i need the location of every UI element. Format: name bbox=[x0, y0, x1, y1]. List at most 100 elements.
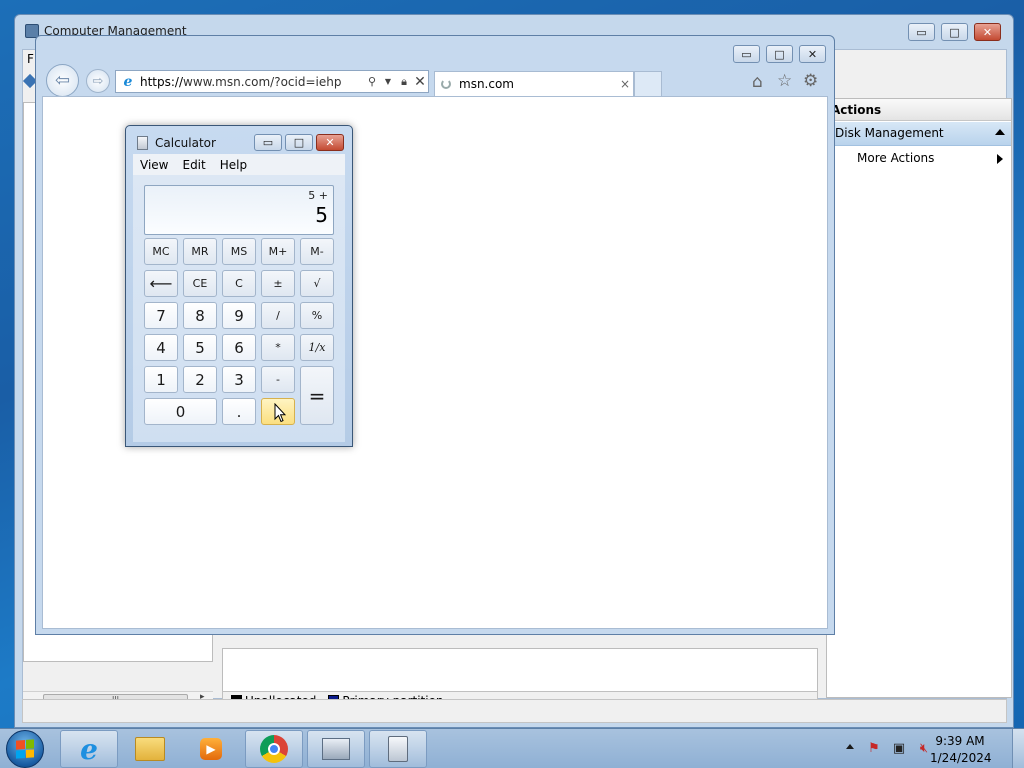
taskbar-calculator[interactable] bbox=[369, 730, 427, 768]
calculator-window: Calculator ▭ □ ✕ View Edit Help 5 + 5 MC… bbox=[125, 125, 353, 447]
address-bar[interactable]: e https://www.msn.com/?ocid=iehp ⚲ ▼ 🔒︎ … bbox=[115, 70, 429, 93]
memory-add-button[interactable]: M+ bbox=[261, 238, 295, 265]
calc-close-button[interactable]: ✕ bbox=[316, 134, 344, 151]
negate-button[interactable]: ± bbox=[261, 270, 295, 297]
computer-management-icon bbox=[322, 738, 350, 760]
minimize-icon: ▭ bbox=[741, 47, 752, 61]
taskbar: e ▶ ⚑ ▣ 🔇︎ 9:39 AM 1/24/2024 bbox=[0, 728, 1024, 768]
digit-3-button[interactable]: 3 bbox=[222, 366, 256, 393]
tab-close-icon[interactable]: × bbox=[617, 77, 633, 91]
menu-help[interactable]: Help bbox=[213, 158, 254, 172]
clear-entry-button[interactable]: CE bbox=[183, 270, 217, 297]
favorites-icon[interactable]: ☆ bbox=[777, 71, 792, 91]
browser-tab-msn[interactable]: msn.com × bbox=[434, 71, 634, 96]
cm-more-actions[interactable]: More Actions bbox=[857, 151, 934, 165]
multiply-button[interactable]: * bbox=[261, 334, 295, 361]
taskbar-windows-explorer[interactable] bbox=[121, 730, 179, 768]
cm-minimize-button[interactable]: ▭ bbox=[908, 23, 935, 41]
cm-actions-section-label: Disk Management bbox=[835, 126, 944, 140]
calculator-icon bbox=[388, 736, 408, 762]
ie-close-button[interactable]: ✕ bbox=[799, 45, 826, 63]
taskbar-chrome[interactable] bbox=[245, 730, 303, 768]
back-button[interactable]: ⇦ bbox=[46, 64, 79, 97]
ie-maximize-button[interactable]: □ bbox=[766, 45, 793, 63]
lock-icon[interactable]: 🔒︎ bbox=[396, 75, 412, 89]
taskbar-computer-management[interactable] bbox=[307, 730, 365, 768]
cm-actions-disk-management[interactable]: Disk Management bbox=[827, 122, 1011, 146]
memory-subtract-button[interactable]: M- bbox=[300, 238, 334, 265]
digit-5-button[interactable]: 5 bbox=[183, 334, 217, 361]
taskbar-internet-explorer[interactable]: e bbox=[60, 730, 118, 768]
cm-actions-header: Actions bbox=[827, 99, 1011, 121]
calc-maximize-button[interactable]: □ bbox=[285, 134, 313, 151]
taskbar-media-player[interactable]: ▶ bbox=[182, 730, 240, 768]
clock-date[interactable]: 1/24/2024 bbox=[930, 751, 992, 765]
digit-9-button[interactable]: 9 bbox=[222, 302, 256, 329]
url-text[interactable]: https://www.msn.com/?ocid=iehp bbox=[140, 75, 364, 89]
digit-8-button[interactable]: 8 bbox=[183, 302, 217, 329]
search-dropdown-icon[interactable]: ▼ bbox=[380, 77, 396, 86]
menu-view[interactable]: View bbox=[133, 158, 175, 172]
home-icon[interactable]: ⌂ bbox=[752, 72, 763, 92]
calculator-window-controls: ▭ □ ✕ bbox=[251, 134, 344, 152]
reciprocal-button[interactable]: 1/x bbox=[300, 334, 334, 361]
close-icon: ✕ bbox=[982, 25, 993, 39]
forward-button[interactable]: ⇨ bbox=[86, 69, 110, 93]
digit-4-button[interactable]: 4 bbox=[144, 334, 178, 361]
calculator-menu-bar: View Edit Help bbox=[133, 154, 345, 175]
cm-window-controls: ▭ □ ✕ bbox=[902, 23, 1001, 41]
windows-logo-icon bbox=[16, 739, 34, 759]
digit-6-button[interactable]: 6 bbox=[222, 334, 256, 361]
calculator-body: 5 + 5 MC MR MS M+ M- ⟵ CE C ± √ 7 8 9 / … bbox=[133, 175, 345, 442]
new-tab-button[interactable] bbox=[634, 71, 662, 96]
clear-button[interactable]: C bbox=[222, 270, 256, 297]
action-center-icon[interactable]: ⚑ bbox=[866, 741, 882, 757]
internet-explorer-icon: e bbox=[80, 732, 98, 766]
close-icon: ✕ bbox=[325, 136, 335, 149]
tab-title: msn.com bbox=[459, 77, 514, 91]
search-icon[interactable]: ⚲ bbox=[364, 75, 380, 88]
stop-icon[interactable]: ✕ bbox=[412, 74, 428, 90]
minimize-icon: ▭ bbox=[916, 25, 927, 39]
memory-clear-button[interactable]: MC bbox=[144, 238, 178, 265]
show-desktop-button[interactable] bbox=[1012, 729, 1024, 768]
memory-store-button[interactable]: MS bbox=[222, 238, 256, 265]
tools-icon[interactable]: ⚙ bbox=[803, 71, 818, 91]
backspace-button[interactable]: ⟵ bbox=[144, 270, 178, 297]
network-icon[interactable]: ▣ bbox=[891, 741, 907, 757]
cm-maximize-button[interactable]: □ bbox=[941, 23, 968, 41]
equals-button[interactable]: = bbox=[300, 366, 334, 425]
mouse-pointer-icon bbox=[274, 403, 286, 423]
ie-window-controls: ▭ □ ✕ bbox=[727, 45, 826, 63]
menu-edit[interactable]: Edit bbox=[175, 158, 212, 172]
memory-recall-button[interactable]: MR bbox=[183, 238, 217, 265]
folder-icon bbox=[135, 737, 165, 761]
back-icon: ⇦ bbox=[54, 70, 71, 91]
cm-menu-file[interactable]: F bbox=[27, 52, 34, 66]
clock-time[interactable]: 9:39 AM bbox=[930, 734, 990, 748]
url-scheme: https:// bbox=[140, 74, 184, 89]
media-player-icon: ▶ bbox=[200, 738, 222, 760]
minimize-icon: ▭ bbox=[262, 136, 274, 149]
digit-2-button[interactable]: 2 bbox=[183, 366, 217, 393]
digit-1-button[interactable]: 1 bbox=[144, 366, 178, 393]
calc-result: 5 bbox=[315, 203, 328, 227]
forward-icon: ⇨ bbox=[92, 73, 104, 89]
divide-button[interactable]: / bbox=[261, 302, 295, 329]
url-path: www.msn.com/?ocid=iehp bbox=[183, 74, 342, 89]
cm-close-button[interactable]: ✕ bbox=[974, 23, 1001, 41]
subtract-button[interactable]: - bbox=[261, 366, 295, 393]
square-root-button[interactable]: √ bbox=[300, 270, 334, 297]
submenu-arrow-icon bbox=[997, 154, 1003, 164]
maximize-icon: □ bbox=[774, 47, 785, 61]
decimal-button[interactable]: . bbox=[222, 398, 256, 425]
calculator-display: 5 + 5 bbox=[144, 185, 334, 235]
calc-minimize-button[interactable]: ▭ bbox=[254, 134, 282, 151]
ie-minimize-button[interactable]: ▭ bbox=[733, 45, 760, 63]
show-hidden-icons-icon[interactable] bbox=[846, 744, 854, 749]
percent-button[interactable]: % bbox=[300, 302, 334, 329]
start-button[interactable] bbox=[6, 730, 44, 768]
collapse-up-icon[interactable] bbox=[995, 129, 1005, 135]
digit-7-button[interactable]: 7 bbox=[144, 302, 178, 329]
digit-0-button[interactable]: 0 bbox=[144, 398, 217, 425]
